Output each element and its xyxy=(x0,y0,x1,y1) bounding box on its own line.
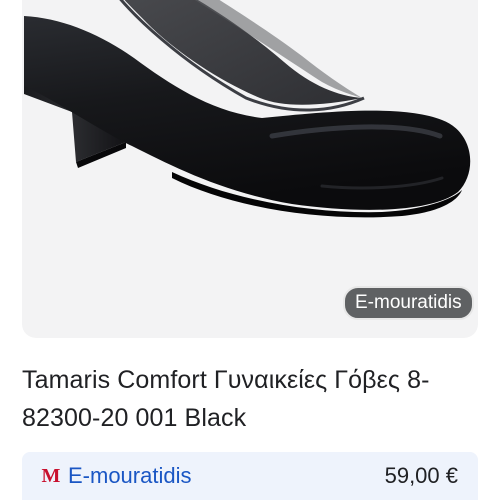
store-badge[interactable]: E-mouratidis xyxy=(343,286,474,320)
seller-m-logo-icon: M xyxy=(41,464,61,487)
price: 59,00 € xyxy=(384,463,458,488)
seller-name-link[interactable]: E-mouratidis xyxy=(68,463,191,489)
product-image-card[interactable]: E-mouratidis xyxy=(22,0,478,338)
shopping-result: E-mouratidis Tamaris Comfort Γυναικείες … xyxy=(0,0,500,500)
seller-offer-row[interactable]: M E-mouratidis 59,00 € xyxy=(22,452,478,500)
product-title[interactable]: Tamaris Comfort Γυναικείες Γόβες 8-82300… xyxy=(22,361,472,437)
